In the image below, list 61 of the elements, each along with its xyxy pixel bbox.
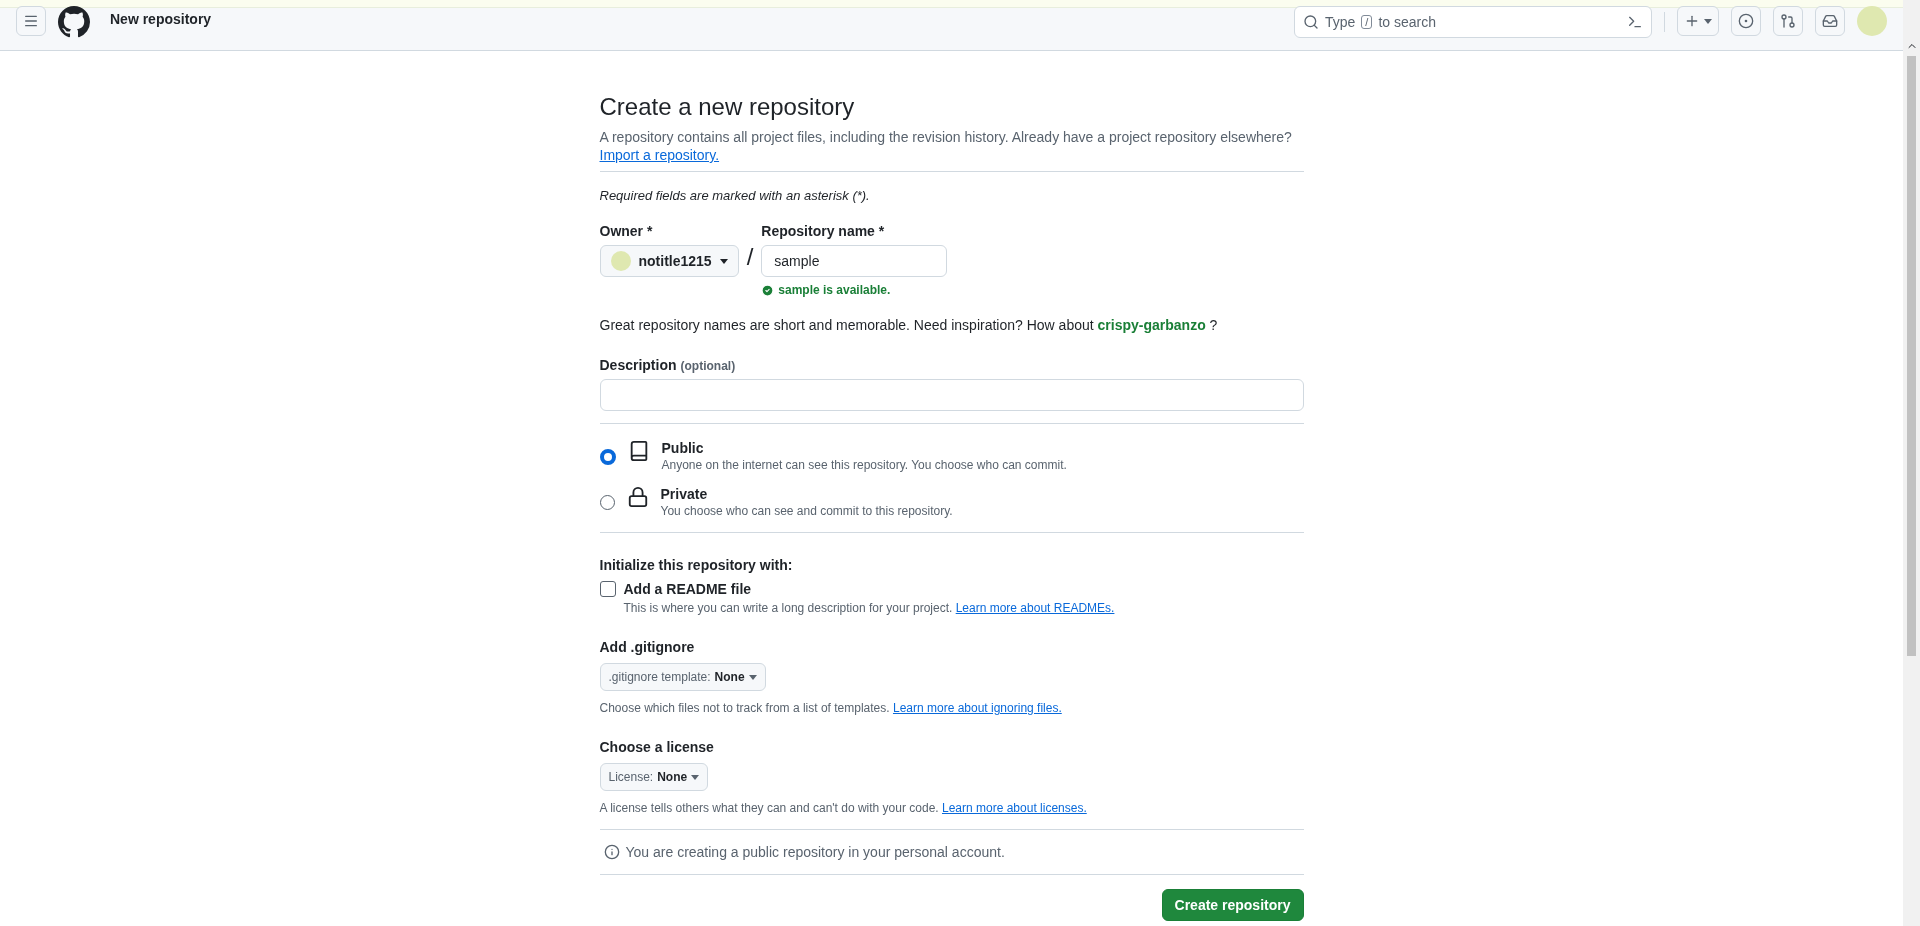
intro-text: A repository contains all project files, including the revision history. Already have a project repository elsewhere? xyxy=(599,128,1293,147)
caret-icon xyxy=(1704,18,1712,24)
section-heading: Add .gitignore xyxy=(599,639,696,655)
pull-requests-button[interactable] xyxy=(1773,6,1803,36)
notice-text: You are creating a public repository in your personal account. xyxy=(625,844,1005,860)
readme-checkbox[interactable] xyxy=(599,581,616,597)
option-description: You choose who can see and commit to this repository. xyxy=(660,504,953,518)
learn-more-link[interactable]: Learn more about ignoring files. xyxy=(892,701,1062,715)
search-hint: to search xyxy=(1378,14,1436,30)
checkbox-label: Add a README file xyxy=(623,581,752,597)
path-separator: / xyxy=(746,243,754,271)
question-mark: ? xyxy=(1209,317,1218,333)
check-icon xyxy=(761,283,775,297)
learn-more-link[interactable]: Learn more about licenses. xyxy=(942,801,1087,815)
section-heading: Initialize this repository with: xyxy=(599,557,794,573)
field-label: Description xyxy=(599,357,677,373)
command-palette-icon[interactable] xyxy=(1627,14,1643,30)
pull-request-icon xyxy=(1780,13,1796,29)
learn-more-link[interactable]: Learn more about READMEs. xyxy=(955,601,1115,615)
shortcut-key: / xyxy=(1361,15,1373,29)
info-icon xyxy=(603,844,620,860)
caret-icon xyxy=(748,674,757,680)
create-new-button[interactable] xyxy=(1677,6,1719,36)
optional-hint: (optional) xyxy=(680,359,736,373)
menu-button[interactable] xyxy=(16,6,46,36)
license-dropdown[interactable]: License: None xyxy=(599,763,709,791)
caret-icon xyxy=(691,774,700,780)
import-link[interactable]: Import a repository. xyxy=(599,147,720,163)
visibility-radio[interactable] xyxy=(599,449,616,465)
page-heading: Create a new repository xyxy=(599,93,856,121)
field-label: Repository name * xyxy=(761,223,886,239)
search-hint: Type xyxy=(1325,14,1356,30)
availability-message: sample is available. xyxy=(778,283,891,297)
avatar-icon xyxy=(610,251,631,271)
owner-dropdown[interactable]: notitle1215 xyxy=(599,245,739,277)
suggested-name-link[interactable]: crispy-garbanzo xyxy=(1097,317,1206,333)
create-repository-button[interactable]: Create repository xyxy=(1161,889,1304,921)
suggestion-text: Great repository names are short and memorable. Need inspiration? How about xyxy=(599,317,1094,333)
menu-icon xyxy=(23,13,39,29)
search-field[interactable]: Type / to search xyxy=(1294,6,1652,38)
help-text: This is where you can write a long description for your project. xyxy=(623,601,953,615)
help-text: Choose which files not to track from a list of templates. xyxy=(599,701,890,715)
caret-icon xyxy=(719,258,728,264)
option-description: Anyone on the internet can see this repository. You choose who can commit. xyxy=(661,458,1067,472)
page-title: New repository xyxy=(110,11,212,27)
option-label: Public xyxy=(661,440,705,456)
help-text: A license tells others what they can and can't do with your code. xyxy=(599,801,939,815)
inbox-button[interactable] xyxy=(1815,6,1845,36)
issues-icon xyxy=(1738,13,1754,29)
inbox-icon xyxy=(1822,13,1838,29)
search-icon xyxy=(1303,14,1319,30)
lock-icon xyxy=(626,486,649,508)
repository-name-input[interactable]: sample xyxy=(761,245,948,277)
plus-icon xyxy=(1684,13,1700,29)
required-note: Required fields are marked with an asterisk (*). xyxy=(599,188,871,203)
option-label: Private xyxy=(660,486,709,502)
issues-button[interactable] xyxy=(1731,6,1761,36)
octocat-logo-icon xyxy=(58,6,90,38)
field-label: Owner * xyxy=(599,223,654,239)
gitignore-dropdown[interactable]: .gitignore template: None xyxy=(599,663,766,691)
section-heading: Choose a license xyxy=(599,739,715,755)
